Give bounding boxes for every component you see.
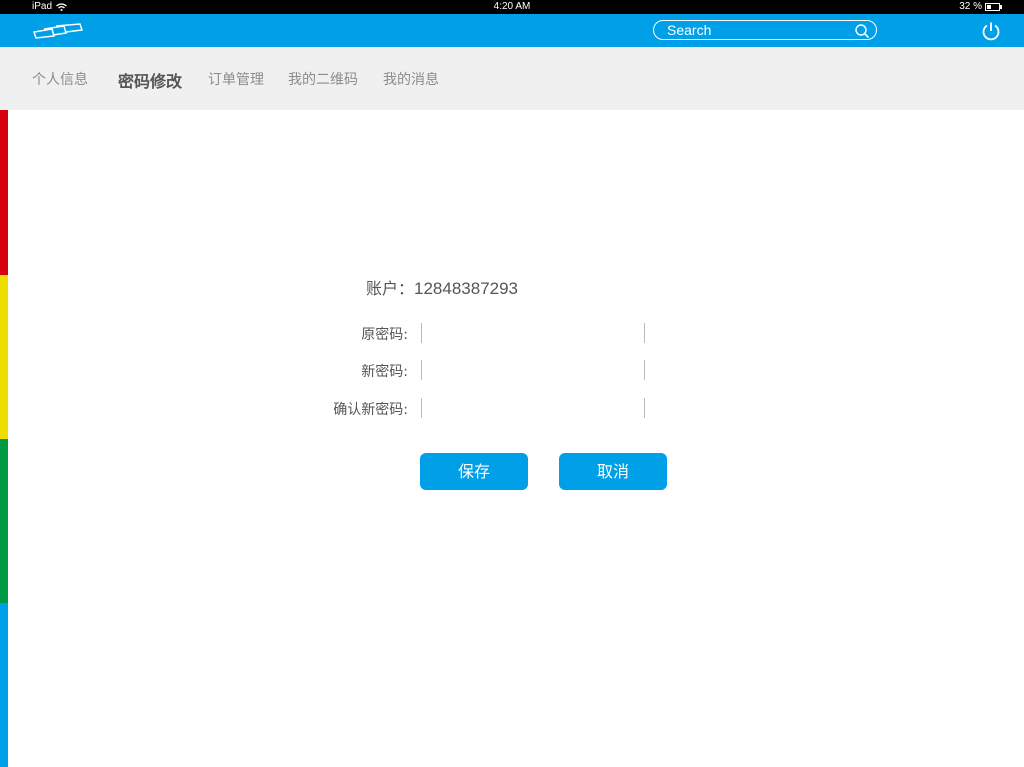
stripe-red: [0, 110, 8, 275]
cancel-button[interactable]: 取消: [559, 453, 667, 490]
status-bar: iPad 4:20 AM 32 %: [0, 0, 1024, 14]
app-logo[interactable]: [32, 23, 84, 39]
battery-icon: [985, 2, 1002, 11]
confirm-password-label: 确认新密码:: [333, 402, 408, 418]
search-icon[interactable]: [854, 23, 870, 39]
confirm-password-field[interactable]: [421, 398, 645, 418]
tab-change-password[interactable]: 密码修改: [118, 68, 182, 92]
stripe-yellow: [0, 275, 8, 439]
tab-my-messages[interactable]: 我的消息: [383, 69, 439, 89]
search-placeholder: Search: [667, 22, 712, 38]
search-box[interactable]: Search: [653, 20, 877, 40]
account-info: 账户：12848387293: [366, 275, 518, 299]
account-label: 账户：: [366, 279, 415, 298]
confirm-password-input[interactable]: [422, 398, 644, 418]
account-value: 12848387293: [414, 279, 519, 298]
battery-percent: 32 %: [959, 1, 982, 12]
tab-bar: 个人信息 密码修改 订单管理 我的二维码 我的消息: [0, 47, 1024, 110]
tab-my-qr-code[interactable]: 我的二维码: [288, 69, 358, 89]
save-button[interactable]: 保存: [420, 453, 528, 490]
status-time: 4:20 AM: [493, 1, 531, 12]
new-password-input[interactable]: [422, 360, 644, 380]
stripe-blue: [0, 603, 8, 767]
tab-personal-info[interactable]: 个人信息: [32, 69, 88, 89]
tab-order-management[interactable]: 订单管理: [208, 69, 264, 89]
old-password-input[interactable]: [422, 323, 644, 343]
old-password-field[interactable]: [421, 323, 645, 343]
new-password-field[interactable]: [421, 360, 645, 380]
old-password-label: 原密码:: [361, 327, 408, 343]
power-icon[interactable]: [981, 21, 1001, 41]
stripe-green: [0, 439, 8, 603]
new-password-label: 新密码:: [361, 364, 408, 380]
app-header: Search: [0, 14, 1024, 47]
status-right: 32 %: [959, 1, 1002, 12]
